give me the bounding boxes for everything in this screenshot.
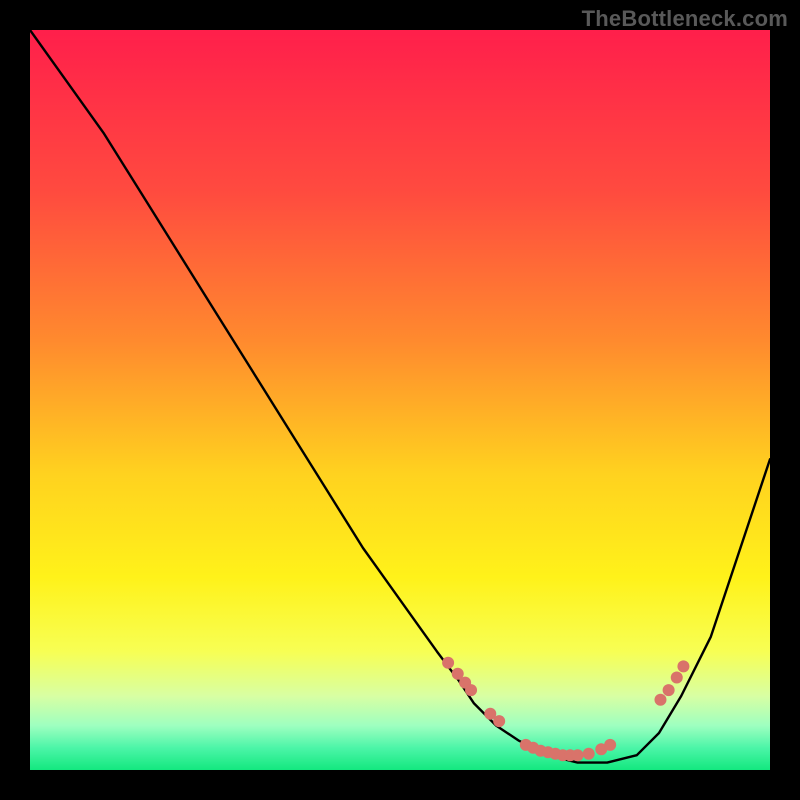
highlight-dot (442, 657, 454, 669)
highlight-dot (604, 739, 616, 751)
highlight-dot (572, 749, 584, 761)
highlight-dot (677, 660, 689, 672)
highlight-dot (654, 694, 666, 706)
highlight-dot (465, 684, 477, 696)
heat-gradient (30, 30, 770, 770)
highlight-dot (493, 715, 505, 727)
watermark-text: TheBottleneck.com (582, 6, 788, 32)
highlight-dot (671, 672, 683, 684)
highlight-dot (663, 684, 675, 696)
chart-svg (30, 30, 770, 770)
chart-frame: TheBottleneck.com (0, 0, 800, 800)
plot-area (30, 30, 770, 770)
highlight-dot (583, 748, 595, 760)
